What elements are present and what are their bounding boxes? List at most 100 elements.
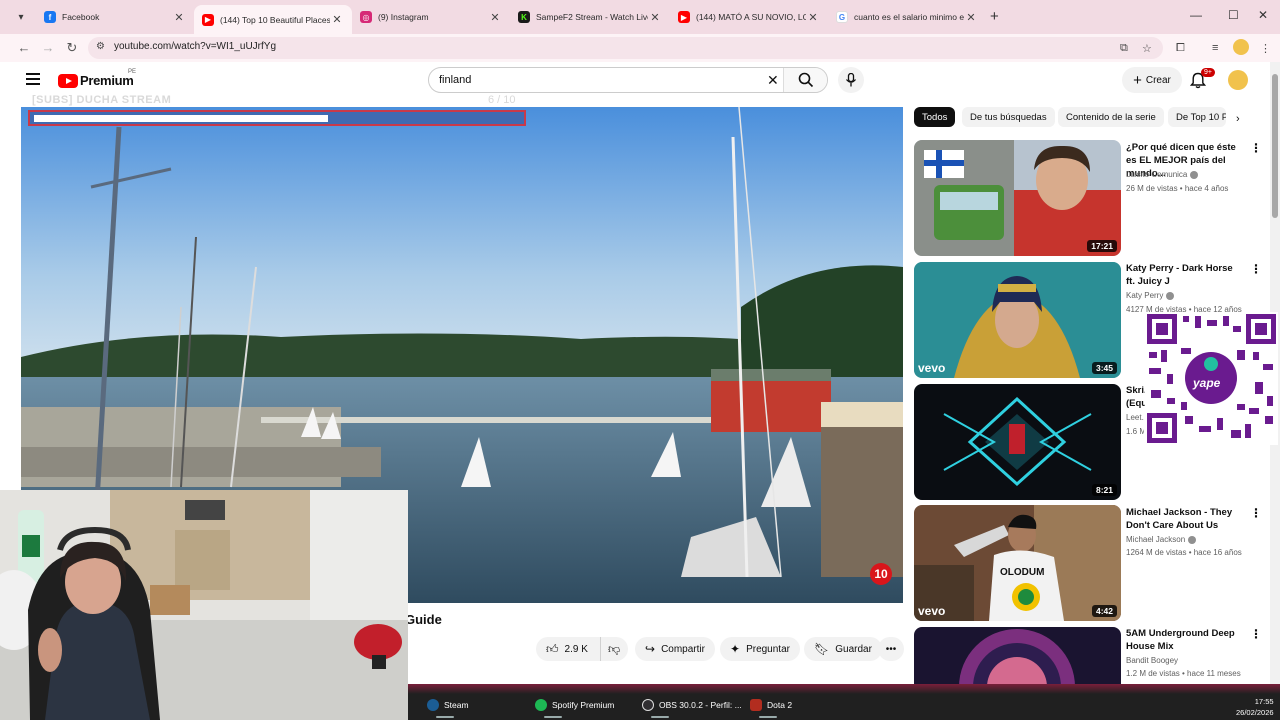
close-icon[interactable]: ✕ <box>330 13 344 26</box>
taskbar-app-obs[interactable]: OBS 30.0.2 - Perfil: ... <box>642 699 742 711</box>
rec-thumbnail-2[interactable]: vevo 3:45 <box>914 262 1121 378</box>
instagram-icon: ◎ <box>360 11 372 23</box>
forward-icon[interactable]: → <box>38 38 58 58</box>
like-count: 2.9 K <box>564 643 588 655</box>
taskbar-clock[interactable]: 17:55 26/02/2026 <box>1236 696 1274 718</box>
rec-channel-2[interactable]: Katy Perry <box>1126 291 1175 300</box>
maximize-icon[interactable]: ☐ <box>1228 8 1239 22</box>
task-indicator <box>759 716 777 718</box>
tab-title: (144) MATÓ A SU NOVIO, LO CC <box>696 12 806 22</box>
reload-icon[interactable]: ↻ <box>62 38 82 58</box>
thumbs-up-icon: 👍︎ <box>546 641 559 656</box>
rec-channel-4[interactable]: Michael Jackson <box>1126 535 1197 544</box>
browser-menu-icon[interactable]: ⋮ <box>1260 42 1271 55</box>
more-vertical-icon[interactable]: ⋮ <box>1250 141 1262 155</box>
svg-text:vevo: vevo <box>918 361 945 375</box>
thumbnail-image: vevo <box>914 262 1121 378</box>
tab-instagram[interactable]: ◎ (9) Instagram ✕ <box>352 5 510 29</box>
create-button[interactable]: + Crear <box>1122 67 1182 93</box>
close-icon[interactable]: ✕ <box>806 11 820 24</box>
youtube-avatar[interactable] <box>1228 70 1248 90</box>
rec-meta-4: 1264 M de vistas • hace 16 años <box>1126 548 1242 557</box>
video-title: Guide <box>405 612 442 627</box>
search-icon <box>798 72 813 88</box>
chip-todos[interactable]: Todos <box>914 107 956 127</box>
window-close-icon[interactable]: ✕ <box>1258 8 1268 22</box>
rec-channel-5[interactable]: Bandit Boogey <box>1126 656 1178 665</box>
chip-de-top-10[interactable]: De Top 10 P <box>1168 107 1226 127</box>
cast-icon[interactable]: ⧉ <box>1120 42 1128 55</box>
clock-time: 17:55 <box>1254 697 1274 706</box>
tab-google[interactable]: G cuanto es el salario minimo en ✕ <box>828 5 986 29</box>
taskbar-app-dota[interactable]: Dota 2 <box>750 699 792 711</box>
like-button[interactable]: 👍︎ 2.9 K <box>536 637 600 661</box>
search-input[interactable] <box>439 72 759 88</box>
save-label: Guardar <box>835 643 872 655</box>
chip-contenido-serie[interactable]: Contenido de la serie <box>1058 107 1164 127</box>
rec-title-3[interactable]: Skri... (Equ... <box>1126 384 1146 410</box>
back-icon[interactable]: ← <box>14 38 34 58</box>
channel-name: Michael Jackson <box>1126 535 1186 544</box>
rec-title-5[interactable]: 5AM Underground Deep House Mix <box>1126 627 1244 653</box>
task-indicator <box>436 716 454 718</box>
hamburger-menu-icon[interactable] <box>26 73 40 85</box>
tab-search-button[interactable]: ▾ <box>8 6 34 28</box>
voice-search-button[interactable] <box>838 67 864 93</box>
bookmark-star-icon[interactable]: ☆ <box>1142 42 1152 55</box>
task-indicator <box>544 716 562 718</box>
kick-icon: K <box>518 11 530 23</box>
search-button[interactable] <box>783 68 827 92</box>
ask-button[interactable]: ✦ Preguntar <box>720 637 800 661</box>
tab-youtube-active[interactable]: ▶ (144) Top 10 Beautiful Places to ✕ <box>194 5 352 34</box>
chip-de-tus-busquedas[interactable]: De tus búsquedas <box>962 107 1055 127</box>
close-icon[interactable]: ✕ <box>964 11 978 24</box>
extensions-icon[interactable]: ⧠ <box>1176 42 1185 55</box>
rec-channel-3[interactable]: Leet... <box>1126 413 1144 422</box>
share-button[interactable]: ↪ Compartir <box>635 637 715 661</box>
dota-icon <box>750 699 762 711</box>
rec-title-2[interactable]: Katy Perry - Dark Horse ft. Juicy J <box>1126 262 1244 288</box>
rec-channel-1[interactable]: Luisito Comunica <box>1126 170 1199 179</box>
task-label: Dota 2 <box>767 700 793 710</box>
browser-profile-avatar[interactable] <box>1233 39 1249 55</box>
rec-thumbnail-5[interactable] <box>914 627 1121 687</box>
google-icon: G <box>836 11 848 23</box>
close-icon[interactable]: ✕ <box>172 11 186 24</box>
task-label: Steam <box>444 700 469 710</box>
dislike-button[interactable]: 👎︎ <box>600 637 628 661</box>
more-vertical-icon[interactable]: ⋮ <box>1250 506 1262 520</box>
rec-thumbnail-3[interactable]: 8:21 <box>914 384 1121 500</box>
channel-name: Luisito Comunica <box>1126 170 1188 179</box>
tab-title: (144) Top 10 Beautiful Places to <box>220 14 330 25</box>
overlay-ghost-count: 6 / 10 <box>488 94 516 106</box>
address-bar[interactable]: ⚙ youtube.com/watch?v=WI1_uUJrfYg ⧉ ☆ <box>88 37 1163 59</box>
rec-thumbnail-1[interactable]: 17:21 <box>914 140 1121 256</box>
duration-badge: 4:42 <box>1091 605 1117 617</box>
more-vertical-icon[interactable]: ⋮ <box>1250 627 1262 641</box>
clear-search-icon[interactable]: ✕ <box>767 72 779 89</box>
sparkle-icon: ✦ <box>730 642 741 656</box>
youtube-logo[interactable]: Premium <box>58 73 134 88</box>
close-icon[interactable]: ✕ <box>648 11 662 24</box>
stream-goal-fill <box>34 115 328 122</box>
rec-title-4[interactable]: Michael Jackson - They Don't Care About … <box>1126 506 1244 532</box>
chevron-right-icon[interactable]: › <box>1236 113 1240 125</box>
site-info-icon[interactable]: ⚙ <box>96 41 105 52</box>
more-vertical-icon[interactable]: ⋮ <box>1250 262 1262 276</box>
scrollbar-thumb[interactable] <box>1272 74 1278 218</box>
taskbar-app-steam[interactable]: Steam <box>427 699 469 711</box>
overlay-ghost-title: [SUBS] DUCHA STREAM <box>32 94 172 106</box>
channel-watermark-badge[interactable]: 10 <box>870 563 892 585</box>
media-control-icon[interactable]: ≡ <box>1212 42 1218 54</box>
close-icon[interactable]: ✕ <box>488 11 502 24</box>
tab-title: Facebook <box>62 12 100 22</box>
minimize-icon[interactable]: — <box>1190 8 1202 22</box>
taskbar-app-spotify[interactable]: Spotify Premium <box>535 699 614 711</box>
rec-thumbnail-4[interactable]: OLODUM vevo 4:42 <box>914 505 1121 621</box>
tab-kick[interactable]: K SampeF2 Stream - Watch Live o ✕ <box>510 5 670 29</box>
tab-youtube[interactable]: ▶ (144) MATÓ A SU NOVIO, LO CC ✕ <box>670 5 828 29</box>
save-button[interactable]: 🔖︎ Guardar <box>804 637 882 661</box>
new-tab-button[interactable]: + <box>990 8 999 25</box>
more-actions-button[interactable]: ••• <box>878 637 904 661</box>
tab-facebook[interactable]: f Facebook ✕ <box>36 5 194 29</box>
